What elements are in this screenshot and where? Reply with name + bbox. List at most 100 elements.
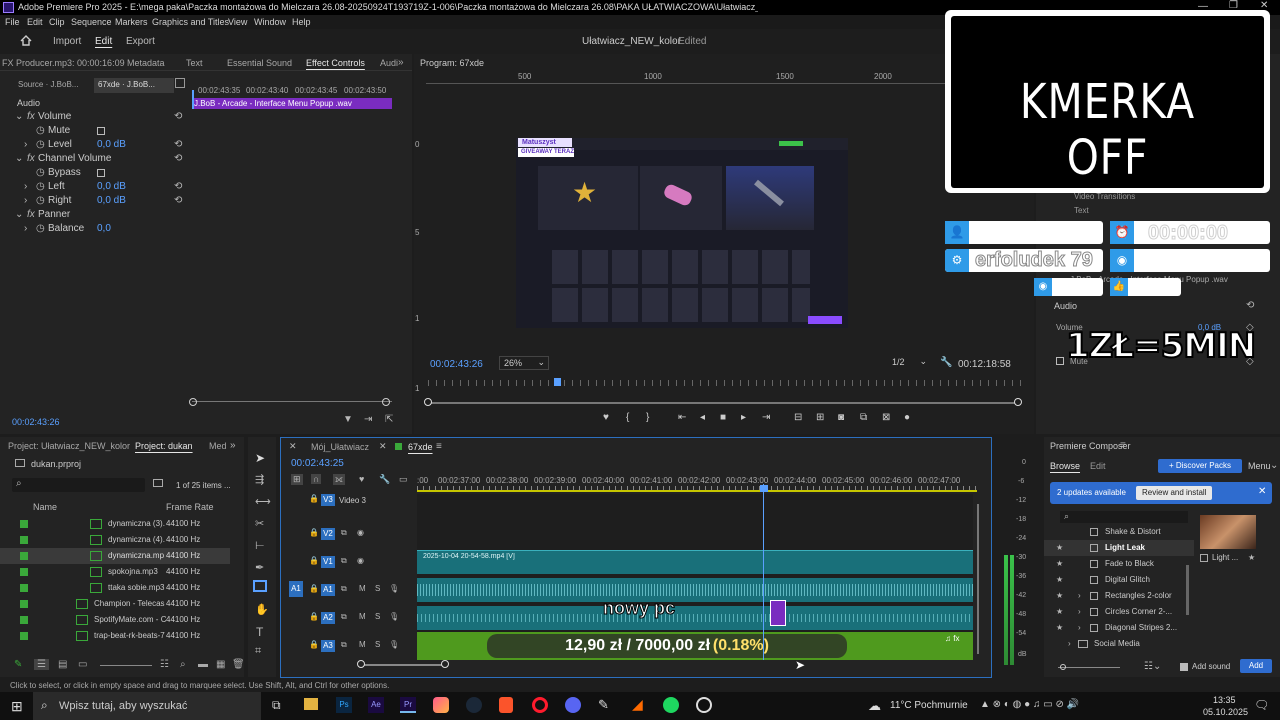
add-sound-checkbox[interactable] <box>1180 663 1188 671</box>
ec-scrollbar[interactable] <box>189 398 392 406</box>
column-name[interactable]: Name <box>33 502 57 512</box>
scroll-handle[interactable] <box>382 398 390 406</box>
spotify-icon[interactable] <box>663 697 679 713</box>
expand-icon[interactable]: › <box>24 194 27 208</box>
zoom-select[interactable]: 26% ⌄ <box>499 356 549 370</box>
tab-browse[interactable]: Browse <box>1050 461 1080 471</box>
star-icon[interactable]: ★ <box>1056 588 1063 604</box>
settings-wrench-icon[interactable]: 🔧 <box>379 474 390 485</box>
workspace-import[interactable]: Import <box>53 36 81 47</box>
lock-icon[interactable]: 🔒 <box>309 612 319 621</box>
list-item[interactable]: ★ Fade to Black <box>1044 556 1194 572</box>
audio-clip-a1[interactable] <box>417 578 973 602</box>
go-to-out-icon[interactable]: ⇥ <box>762 412 770 423</box>
collapse-icon[interactable]: ⌄ <box>15 152 23 166</box>
ec-row-volume[interactable]: ⌄ fx Volume ⟲ <box>0 110 190 124</box>
expand-icon[interactable]: › <box>1078 588 1081 604</box>
mic-icon[interactable]: 🎙 <box>389 640 399 649</box>
menu-window[interactable]: Window <box>254 17 286 27</box>
workspace-edit[interactable]: Edit <box>95 36 112 47</box>
brave-icon[interactable] <box>499 697 513 713</box>
scroll-handle[interactable] <box>189 398 197 406</box>
right-value[interactable]: 0,0 dB <box>97 194 126 208</box>
timeline-ruler[interactable]: :00 00:02:37:00 00:02:38:00 00:02:39:00 … <box>417 474 977 492</box>
workspace-export[interactable]: Export <box>126 36 155 47</box>
expand-icon[interactable]: › <box>24 138 27 152</box>
zoom-slider[interactable] <box>100 665 152 666</box>
list-item[interactable]: trap-beat-rk-beats-7 44100 Hz <box>0 628 230 644</box>
video-clip[interactable]: 2025-10-04 20-54-58.mp4 [V] <box>417 550 973 574</box>
app-icon[interactable] <box>433 697 449 713</box>
tab-media[interactable]: Med <box>209 441 227 451</box>
nest-icon[interactable]: ⊞ <box>291 474 303 485</box>
tab-essential-sound[interactable]: Essential Sound <box>227 58 292 68</box>
ec-timecode[interactable]: 00:02:43:26 <box>12 417 60 427</box>
tab-project-main[interactable]: Project: Ułatwiacz_NEW_kolor <box>8 441 130 451</box>
star-icon[interactable]: ★ <box>1056 572 1063 588</box>
mini-playhead[interactable] <box>554 378 561 386</box>
mute-checkbox[interactable] <box>1056 357 1064 365</box>
razor-tool-icon[interactable]: ✂ <box>255 517 264 530</box>
mute-checkbox[interactable] <box>97 127 105 135</box>
collapse-icon[interactable]: ⌄ <box>15 110 23 124</box>
expand-icon[interactable]: › <box>1078 620 1081 636</box>
app-icon[interactable]: ✎ <box>598 697 609 713</box>
star-icon[interactable]: ★ <box>1056 604 1063 620</box>
windows-start-icon[interactable]: ⊞ <box>11 698 23 715</box>
lock-icon[interactable]: 🔒 <box>309 494 319 503</box>
audio-clip-a2[interactable] <box>417 606 973 630</box>
timeline-tab-1[interactable]: Mój_Ułatwiacz <box>311 442 369 452</box>
trash-icon[interactable]: 🗑 <box>232 659 245 670</box>
pen-tool-icon[interactable]: ✒ <box>255 561 264 574</box>
play-icon[interactable]: ▸ <box>741 412 746 423</box>
timeline-tab-2[interactable]: 67xde <box>408 442 433 452</box>
sequence-tab[interactable]: 67xde · J.BoB... <box>94 78 174 93</box>
ec-row-mute[interactable]: ◷ Mute <box>0 124 190 138</box>
work-area-bar[interactable] <box>417 490 977 492</box>
play-only-icon[interactable]: ⇥ <box>364 414 372 425</box>
tab-fx-producer[interactable]: FX Producer.mp3: 00:00:16:09 <box>2 58 125 68</box>
ec-clip[interactable]: J.BoB - Arcade - Interface Menu Popup .w… <box>192 98 392 109</box>
list-item[interactable]: › Social Media <box>1044 636 1194 652</box>
ec-row-level[interactable]: › ◷ Level 0,0 dB ⟲ <box>0 138 190 152</box>
explorer-icon[interactable] <box>304 698 318 710</box>
project-search[interactable]: ⌕ <box>12 478 145 492</box>
home-icon[interactable] <box>20 35 32 46</box>
list-view-icon[interactable]: ☰ <box>34 659 49 670</box>
compare-icon[interactable]: ⧉ <box>860 412 867 423</box>
snap-icon[interactable]: ∩ <box>311 474 322 484</box>
ec-row-balance[interactable]: › ◷ Balance 0,0 <box>0 222 190 236</box>
source-patch-a1[interactable]: A1 <box>289 581 303 597</box>
menu-sequence[interactable]: Sequence <box>71 17 112 27</box>
export-icon[interactable]: ⇱ <box>385 414 393 425</box>
left-value[interactable]: 0,0 dB <box>97 180 126 194</box>
stopwatch-icon[interactable]: ◷ <box>36 180 45 194</box>
list-item[interactable]: dynamiczna.mp 44100 Hz <box>0 548 230 564</box>
star-icon[interactable]: ★ <box>1248 553 1255 562</box>
track-area[interactable]: 2025-10-04 20-54-58.mp4 [V] ♫ fx nowy pc… <box>417 484 973 660</box>
track-target-a2[interactable]: A2 <box>321 612 335 624</box>
sync-lock-icon[interactable]: ⧉ <box>341 612 347 622</box>
composer-zoom-slider[interactable] <box>1058 664 1120 670</box>
reset-icon[interactable]: ⟲ <box>174 180 182 194</box>
track-target-v1[interactable]: V1 <box>321 556 335 568</box>
step-back-icon[interactable]: ◂ <box>700 412 705 423</box>
list-item[interactable]: ★ › Diagonal Stripes 2... <box>1044 620 1194 636</box>
list-item[interactable]: ★ › Rectangles 2-color <box>1044 588 1194 604</box>
collapse-icon[interactable]: ⌄ <box>15 208 23 222</box>
bypass-checkbox[interactable] <box>97 169 105 177</box>
go-to-in-icon[interactable]: ⇤ <box>678 412 686 423</box>
level-value[interactable]: 0,0 dB <box>97 138 126 152</box>
sync-lock-icon[interactable]: ⧉ <box>341 640 347 650</box>
pencil-icon[interactable]: ✎ <box>14 659 22 670</box>
menu-edit[interactable]: Edit <box>27 17 43 27</box>
menu-file[interactable]: File <box>5 17 20 27</box>
track-target-a3[interactable]: A3 <box>321 640 335 652</box>
photoshop-icon[interactable]: Ps <box>336 697 352 713</box>
solo-icon[interactable]: S <box>375 612 380 621</box>
stop-icon[interactable]: ■ <box>720 412 726 423</box>
eye-icon[interactable]: ◉ <box>357 528 364 537</box>
menu-view[interactable]: View <box>228 17 247 27</box>
balance-value[interactable]: 0,0 <box>97 222 111 236</box>
slip-tool-icon[interactable]: ⊢ <box>255 539 265 552</box>
